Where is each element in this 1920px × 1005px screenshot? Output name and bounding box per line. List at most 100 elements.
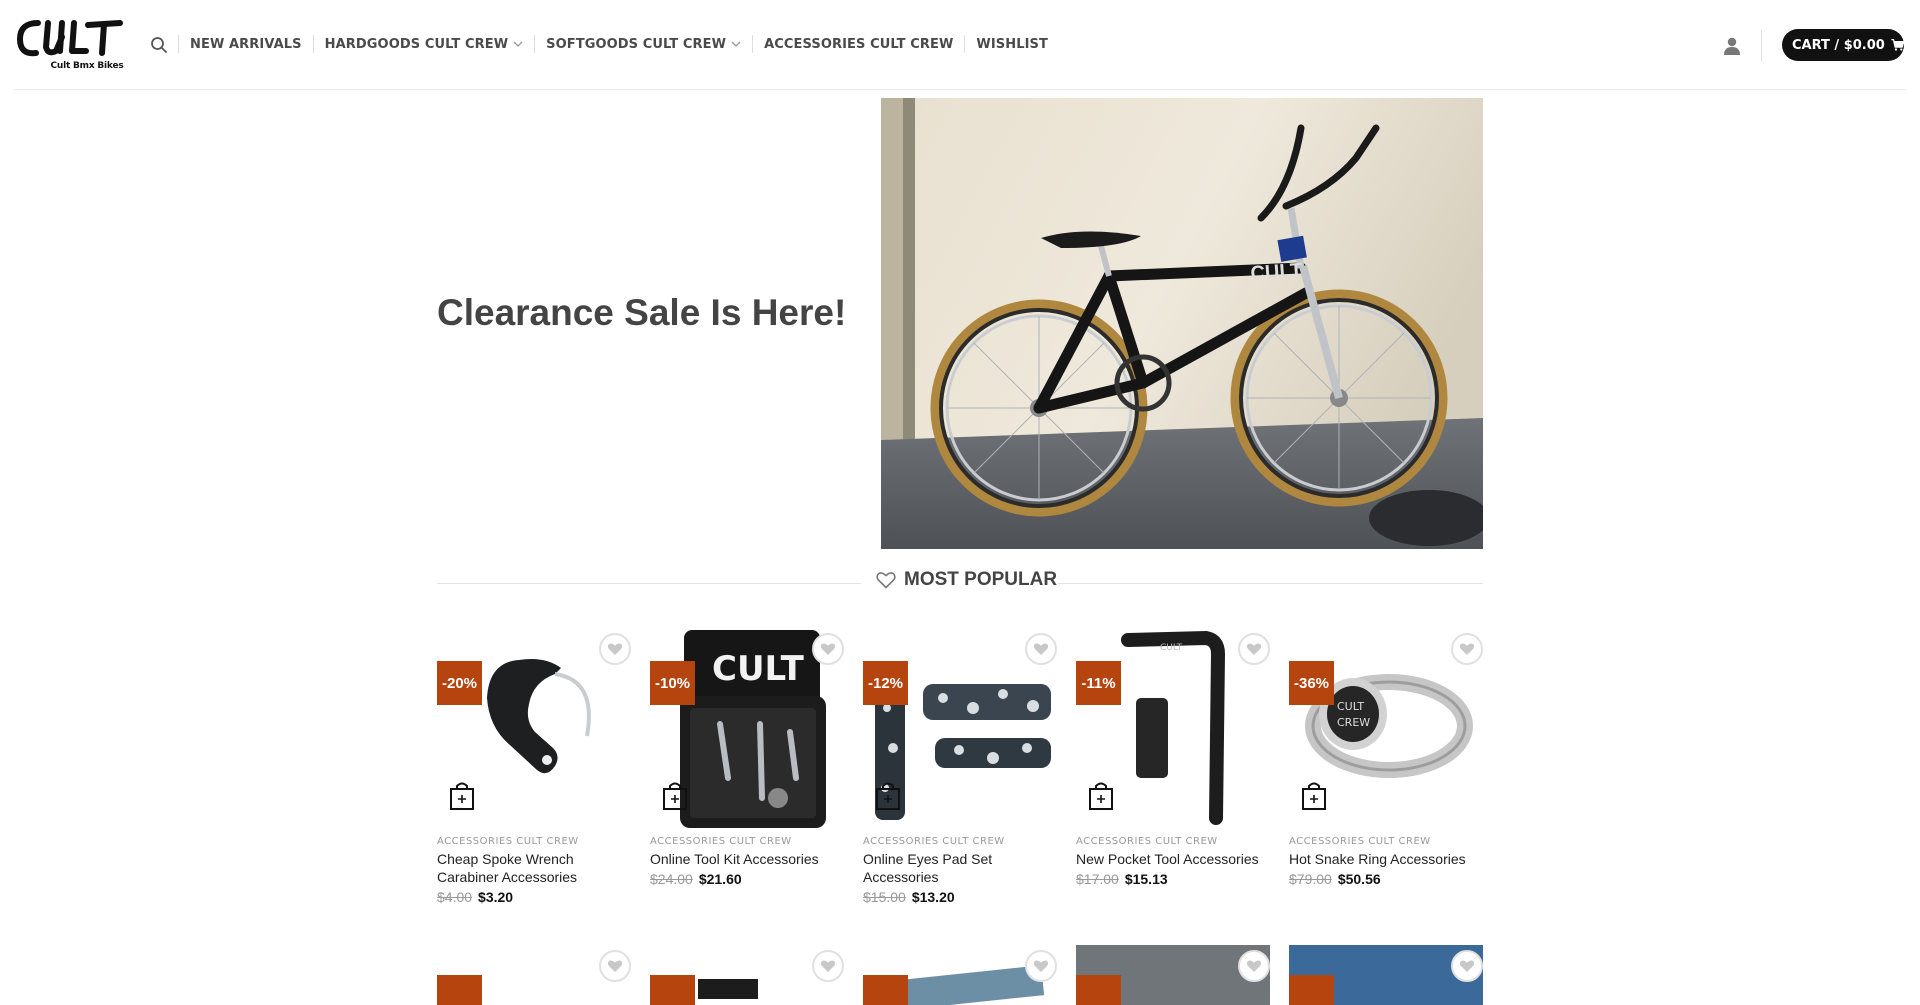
product-card-partial[interactable] — [437, 945, 631, 1005]
heart-icon — [876, 572, 896, 589]
heart-icon — [1459, 960, 1475, 972]
product-category[interactable]: ACCESSORIES CULT CREW — [650, 836, 792, 847]
site-header: Cult Bmx Bikes NEW ARRIVALS HARDGOODS CU… — [0, 0, 1920, 90]
wishlist-button[interactable] — [1238, 633, 1270, 665]
product-image[interactable]: CULT -10% — [650, 628, 844, 832]
discount-badge: -20% — [437, 661, 482, 705]
nav-label: ACCESSORIES CULT CREW — [764, 36, 954, 52]
discount-badge — [437, 975, 482, 1005]
discount-badge: -10% — [650, 661, 695, 705]
svg-text:CULT: CULT — [1337, 700, 1364, 713]
search-icon[interactable] — [150, 36, 168, 54]
product-price: $15.00 $13.20 — [863, 889, 955, 905]
product-category[interactable]: ACCESSORIES CULT CREW — [863, 836, 1005, 847]
account-icon[interactable] — [1722, 36, 1742, 56]
quick-view-bag-icon[interactable] — [875, 781, 901, 811]
nav-wishlist[interactable]: WISHLIST — [976, 37, 1048, 52]
product-category[interactable]: ACCESSORIES CULT CREW — [437, 836, 579, 847]
sale-price: $50.56 — [1337, 871, 1381, 887]
discount-badge: -11% — [1076, 661, 1121, 705]
section-divider-right — [1058, 583, 1483, 584]
wishlist-button[interactable] — [812, 633, 844, 665]
wishlist-button[interactable] — [1451, 633, 1483, 665]
product-image[interactable]: CULT CREW -36% — [1289, 628, 1483, 832]
heart-icon — [1459, 643, 1475, 655]
product-price: $4.00 $3.20 — [437, 889, 513, 905]
nav-divider — [534, 35, 536, 53]
header-divider — [1761, 30, 1762, 62]
nav-softgoods[interactable]: SOFTGOODS CULT CREW — [546, 37, 741, 52]
cart-icon — [1891, 38, 1904, 51]
logo-mark — [17, 20, 123, 57]
product-name[interactable]: Cheap Spoke Wrench Carabiner Accessories — [437, 850, 631, 886]
sale-price: $3.20 — [478, 889, 514, 905]
chevron-down-icon — [513, 41, 523, 47]
heart-icon — [1033, 643, 1049, 655]
product-category[interactable]: ACCESSORIES CULT CREW — [1076, 836, 1218, 847]
discount-badge — [1076, 975, 1121, 1005]
quick-view-bag-icon[interactable] — [1088, 781, 1114, 811]
nav-new-arrivals[interactable]: NEW ARRIVALS — [190, 37, 302, 52]
sale-price: $15.13 — [1124, 871, 1168, 887]
nav-label: HARDGOODS CULT CREW — [324, 36, 509, 52]
svg-text:CREW: CREW — [1337, 716, 1370, 729]
product-image[interactable]: -20% — [437, 628, 631, 832]
nav-label: SOFTGOODS CULT CREW — [546, 36, 727, 52]
wishlist-button[interactable] — [1025, 633, 1057, 665]
nav-divider — [752, 35, 754, 53]
quick-view-bag-icon[interactable] — [1301, 781, 1327, 811]
svg-text:CULT: CULT — [1160, 643, 1183, 653]
cult-logo[interactable]: Cult Bmx Bikes — [16, 17, 124, 73]
wishlist-button[interactable] — [599, 950, 631, 982]
product-image — [698, 979, 758, 999]
svg-text:CULT: CULT — [1250, 259, 1303, 285]
product-name[interactable]: New Pocket Tool Accessories — [1076, 850, 1270, 868]
discount-badge — [863, 975, 908, 1005]
section-heading: MOST POPULAR — [876, 569, 1057, 591]
quick-view-bag-icon[interactable] — [662, 781, 688, 811]
old-price: $17.00 — [1076, 871, 1119, 887]
product-image[interactable]: -12% — [863, 628, 1057, 832]
discount-badge: -36% — [1289, 661, 1334, 705]
product-category[interactable]: ACCESSORIES CULT CREW — [1289, 836, 1431, 847]
section-divider-left — [437, 583, 861, 584]
discount-badge: -12% — [863, 661, 908, 705]
wishlist-button[interactable] — [812, 950, 844, 982]
cart-label: CART / $0.00 — [1792, 37, 1885, 53]
nav-accessories[interactable]: ACCESSORIES CULT CREW — [764, 37, 953, 52]
section-title: MOST POPULAR — [904, 569, 1058, 590]
sale-price: $13.20 — [911, 889, 955, 905]
wishlist-button[interactable] — [599, 633, 631, 665]
cart-button[interactable]: CART / $0.00 — [1782, 29, 1904, 61]
heart-icon — [820, 960, 836, 972]
heart-icon — [1246, 960, 1262, 972]
heart-icon — [820, 643, 836, 655]
quick-view-bag-icon[interactable] — [449, 781, 475, 811]
nav-label: WISHLIST — [976, 36, 1048, 52]
bike-photo: CULT — [881, 98, 1483, 549]
product-price: $24.00 $21.60 — [650, 871, 742, 887]
product-card-partial[interactable] — [1289, 945, 1483, 1005]
nav-label: NEW ARRIVALS — [190, 36, 302, 52]
product-name[interactable]: Online Tool Kit Accessories — [650, 850, 844, 868]
hero-bike-image[interactable]: CULT — [881, 98, 1483, 549]
product-price: $17.00 $15.13 — [1076, 871, 1168, 887]
wishlist-button[interactable] — [1238, 950, 1270, 982]
discount-badge — [1289, 975, 1334, 1005]
heart-icon — [607, 960, 623, 972]
old-price: $24.00 — [650, 871, 693, 887]
nav-hardgoods[interactable]: HARDGOODS CULT CREW — [325, 37, 524, 52]
main-nav: NEW ARRIVALS HARDGOODS CULT CREW SOFTGOO… — [178, 27, 1048, 61]
wishlist-button[interactable] — [1451, 950, 1483, 982]
product-image[interactable]: CULT -11% — [1076, 628, 1270, 832]
heart-icon — [607, 643, 623, 655]
product-name[interactable]: Hot Snake Ring Accessories — [1289, 850, 1483, 868]
product-name[interactable]: Online Eyes Pad Set Accessories — [863, 850, 1057, 886]
product-card-partial[interactable] — [863, 945, 1057, 1005]
heart-icon — [1033, 960, 1049, 972]
product-card-partial[interactable] — [1076, 945, 1270, 1005]
hero-title: Clearance Sale Is Here! — [437, 292, 847, 333]
header-border — [14, 89, 1906, 90]
product-card-partial[interactable] — [650, 945, 844, 1005]
wishlist-button[interactable] — [1025, 950, 1057, 982]
